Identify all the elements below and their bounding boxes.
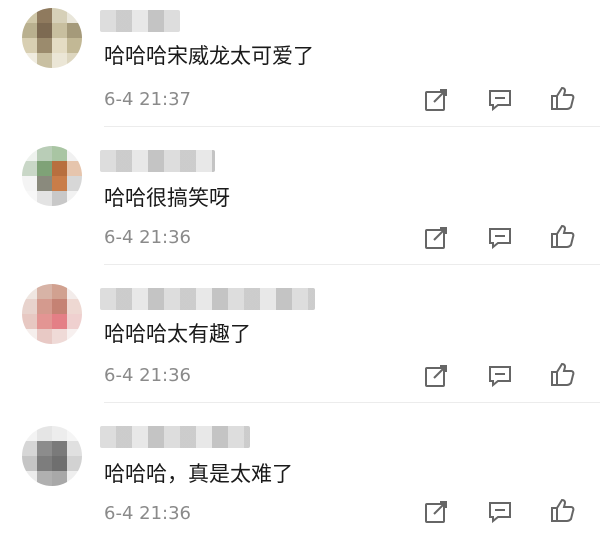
comment-icon (486, 224, 514, 252)
like-button[interactable] (548, 360, 576, 388)
share-button[interactable] (422, 86, 450, 114)
comment-text: 哈哈哈，真是太难了 (104, 462, 293, 486)
reply-button[interactable] (486, 86, 514, 114)
avatar[interactable] (22, 146, 82, 206)
share-icon (422, 86, 450, 114)
share-button[interactable] (422, 498, 450, 526)
username[interactable] (100, 288, 315, 310)
comment-item: 哈哈哈太有趣了 6-4 21:36 (0, 276, 600, 414)
share-icon (422, 224, 450, 252)
divider (104, 126, 600, 127)
thumbs-up-icon (548, 222, 576, 250)
thumbs-up-icon (548, 84, 576, 112)
comment-time: 6-4 21:36 (104, 365, 191, 386)
thumbs-up-icon (548, 360, 576, 388)
share-icon (422, 498, 450, 526)
comment-time: 6-4 21:37 (104, 89, 191, 110)
comment-item: 哈哈很搞笑呀 6-4 21:36 (0, 138, 600, 276)
comment-item: 哈哈哈宋威龙太可爱了 6-4 21:37 (0, 0, 600, 138)
comment-icon (486, 362, 514, 390)
like-button[interactable] (548, 496, 576, 524)
username[interactable] (100, 426, 250, 448)
reply-button[interactable] (486, 362, 514, 390)
like-button[interactable] (548, 222, 576, 250)
divider (104, 402, 600, 403)
avatar[interactable] (22, 284, 82, 344)
reply-button[interactable] (486, 224, 514, 252)
thumbs-up-icon (548, 496, 576, 524)
comment-time: 6-4 21:36 (104, 503, 191, 524)
avatar[interactable] (22, 8, 82, 68)
comment-icon (486, 498, 514, 526)
comment-text: 哈哈哈太有趣了 (104, 322, 251, 346)
share-icon (422, 362, 450, 390)
like-button[interactable] (548, 84, 576, 112)
comment-text: 哈哈哈宋威龙太可爱了 (104, 44, 314, 68)
reply-button[interactable] (486, 498, 514, 526)
comment-icon (486, 86, 514, 114)
avatar[interactable] (22, 426, 82, 486)
comment-item: 哈哈哈，真是太难了 6-4 21:36 (0, 414, 600, 552)
comment-time: 6-4 21:36 (104, 227, 191, 248)
share-button[interactable] (422, 224, 450, 252)
username[interactable] (100, 150, 215, 172)
username[interactable] (100, 10, 180, 32)
share-button[interactable] (422, 362, 450, 390)
divider (104, 264, 600, 265)
comment-text: 哈哈很搞笑呀 (104, 186, 230, 210)
